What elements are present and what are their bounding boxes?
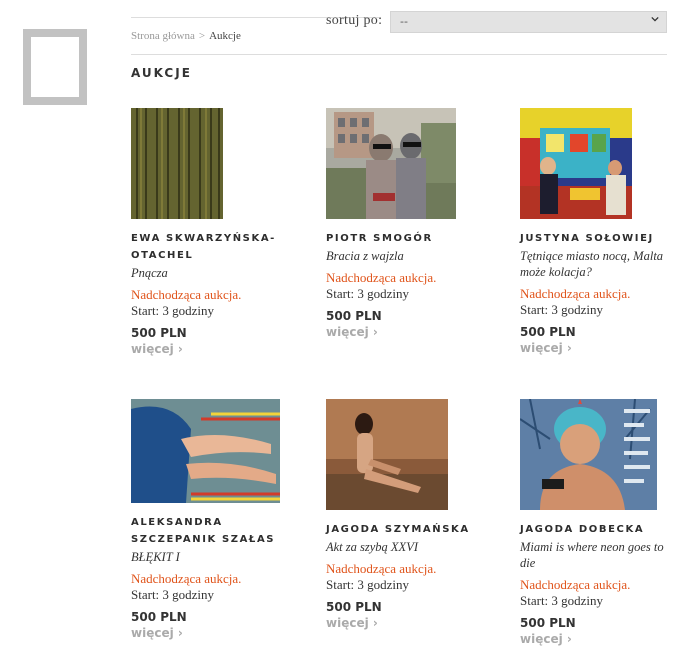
artwork-image[interactable]: [520, 108, 632, 219]
content-divider: [131, 54, 667, 55]
auction-status: Nadchodząca aukcja.: [326, 561, 437, 576]
page-title: AUKCJE: [131, 66, 192, 80]
breadcrumb-current: Aukcje: [209, 30, 241, 42]
chevron-down-icon: [651, 16, 659, 22]
artwork-image[interactable]: [131, 399, 280, 503]
artwork-title: BŁĘKIT I: [131, 550, 180, 564]
breadcrumb-separator: >: [198, 30, 206, 42]
breadcrumb-home-link[interactable]: Strona główna: [131, 30, 195, 42]
more-link[interactable]: więcej ›: [131, 341, 281, 358]
price: 500 PLN: [326, 600, 382, 614]
more-link[interactable]: więcej ›: [326, 324, 476, 341]
auction-status: Nadchodząca aukcja.: [131, 287, 242, 302]
auction-card: ALEKSANDRA SZCZEPANIK SZAŁAS BŁĘKIT I Na…: [131, 399, 281, 642]
more-link[interactable]: więcej ›: [520, 631, 670, 648]
more-link[interactable]: więcej ›: [131, 625, 281, 642]
more-link[interactable]: więcej ›: [520, 340, 670, 357]
auction-start: Start: 3 godziny: [326, 286, 410, 301]
artwork-title: Pnącza: [131, 266, 168, 280]
price: 500 PLN: [520, 325, 576, 339]
artwork-title: Bracia z wajzla: [326, 249, 404, 263]
artist-name[interactable]: PIOTR SMOGÓR: [326, 230, 476, 247]
artist-name[interactable]: EWA SKWARZYŃSKA-OTACHEL: [131, 230, 281, 264]
price: 500 PLN: [131, 610, 187, 624]
artwork-image[interactable]: [326, 399, 448, 510]
artist-name[interactable]: ALEKSANDRA SZCZEPANIK SZAŁAS: [131, 514, 281, 548]
auction-card: JAGODA SZYMAŃSKA Akt za szybą XXVI Nadch…: [326, 399, 476, 632]
artwork-image[interactable]: [520, 399, 657, 510]
auction-status: Nadchodząca aukcja.: [520, 577, 631, 592]
auction-card: JAGODA DOBECKA Miami is where neon goes …: [520, 399, 670, 648]
auction-start: Start: 3 godziny: [520, 593, 604, 608]
artist-name[interactable]: JAGODA DOBECKA: [520, 521, 670, 538]
artwork-title: Akt za szybą XXVI: [326, 540, 418, 554]
sort-label: sortuj po:: [326, 13, 383, 28]
artwork-title: Tętniące miasto nocą, Malta może kolacja…: [520, 249, 664, 279]
auction-start: Start: 3 godziny: [131, 303, 215, 318]
auction-status: Nadchodząca aukcja.: [326, 270, 437, 285]
auction-start: Start: 3 godziny: [131, 587, 215, 602]
price: 500 PLN: [131, 326, 187, 340]
site-logo[interactable]: [23, 29, 87, 105]
artwork-image[interactable]: [326, 108, 456, 219]
artist-name[interactable]: JUSTYNA SOŁOWIEJ: [520, 230, 670, 247]
auction-start: Start: 3 godziny: [326, 577, 410, 592]
artwork-title: Miami is where neon goes to die: [520, 540, 664, 570]
auction-card: PIOTR SMOGÓR Bracia z wajzla Nadchodząca…: [326, 108, 476, 341]
auction-status: Nadchodząca aukcja.: [131, 571, 242, 586]
breadcrumb: Strona główna > Aukcje: [131, 30, 241, 42]
sort-select[interactable]: --: [390, 11, 667, 33]
auction-status: Nadchodząca aukcja.: [520, 286, 631, 301]
price: 500 PLN: [520, 616, 576, 630]
sort-selected-value: --: [400, 15, 408, 28]
auction-start: Start: 3 godziny: [520, 302, 604, 317]
auction-card: EWA SKWARZYŃSKA-OTACHEL Pnącza Nadchodzą…: [131, 108, 281, 358]
auction-card: JUSTYNA SOŁOWIEJ Tętniące miasto nocą, M…: [520, 108, 670, 357]
artist-name[interactable]: JAGODA SZYMAŃSKA: [326, 521, 476, 538]
price: 500 PLN: [326, 309, 382, 323]
artwork-image[interactable]: [131, 108, 223, 219]
more-link[interactable]: więcej ›: [326, 615, 476, 632]
